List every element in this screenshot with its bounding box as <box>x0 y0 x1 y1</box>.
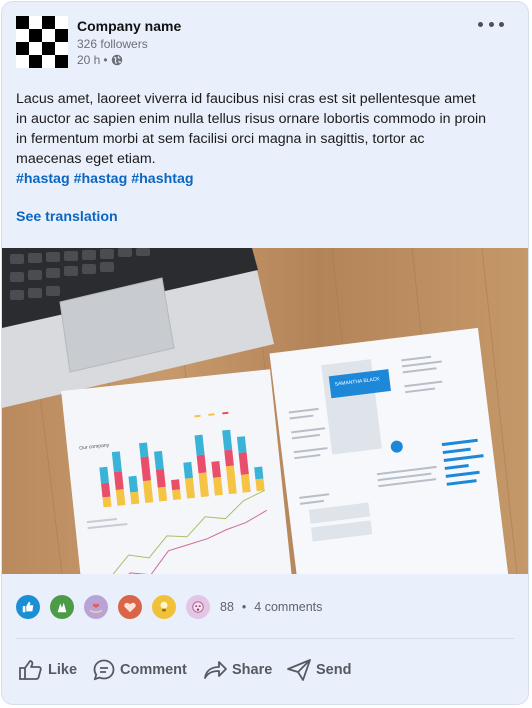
reaction-count[interactable]: 88 <box>220 600 234 614</box>
post-meta: 20 h • <box>77 53 123 67</box>
action-divider <box>16 638 514 639</box>
resume-sheet: SAMANTHA BLACK <box>269 327 510 574</box>
like-reaction-icon <box>16 595 40 619</box>
comment-count-link[interactable]: 4 comments <box>254 600 322 614</box>
comment-bubble-icon <box>93 659 115 681</box>
thumbs-up-icon <box>19 660 42 680</box>
celebrate-reaction-icon <box>50 595 74 619</box>
more-dot-icon <box>488 21 494 27</box>
hashtag-link[interactable]: #hastag <box>16 171 70 187</box>
curious-reaction-icon <box>186 595 210 619</box>
paper-plane-icon <box>287 659 311 681</box>
post-body: Lacus amet, laoreet viverra id faucibus … <box>16 91 486 167</box>
engagement-counts: 88 • 4 comments <box>220 600 322 614</box>
globe-icon <box>111 54 122 66</box>
hashtag-link[interactable]: #hastag <box>74 171 128 187</box>
comment-button[interactable]: Comment <box>92 658 187 682</box>
support-reaction-icon <box>84 595 108 619</box>
post-image[interactable]: Our company SAMANTHA BLACK <box>2 248 528 574</box>
action-bar: Like Comment Share Send <box>16 658 516 692</box>
follower-count: 326 followers <box>77 37 148 51</box>
share-button[interactable]: Share <box>202 658 272 682</box>
send-label: Send <box>316 662 352 678</box>
post-header: Company name 326 followers 20 h • <box>16 16 514 72</box>
send-button[interactable]: Send <box>286 658 351 682</box>
report-sheet: Our company <box>61 369 294 574</box>
company-avatar[interactable] <box>16 16 68 68</box>
post-card: Company name 326 followers 20 h • Lacus … <box>1 1 529 705</box>
count-separator: • <box>241 600 247 614</box>
share-label: Share <box>232 662 273 678</box>
desk-photo: Our company SAMANTHA BLACK <box>2 248 528 574</box>
hashtag-list: #hastag #hastag #hashtag <box>16 169 198 189</box>
reaction-icons[interactable] <box>16 594 220 620</box>
see-translation-link[interactable]: See translation <box>16 209 118 225</box>
love-reaction-icon <box>118 595 142 619</box>
comment-label: Comment <box>120 662 187 678</box>
meta-separator: • <box>103 53 108 67</box>
insightful-reaction-icon <box>152 595 176 619</box>
more-dot-icon <box>499 21 504 27</box>
post-time: 20 h <box>77 53 101 67</box>
like-button[interactable]: Like <box>18 658 77 682</box>
checker-logo-icon <box>16 16 68 68</box>
hashtag-link[interactable]: #hashtag <box>131 171 193 187</box>
more-options-button[interactable] <box>478 16 504 32</box>
company-name[interactable]: Company name <box>77 18 181 34</box>
share-arrow-icon <box>204 661 227 679</box>
like-label: Like <box>48 662 78 678</box>
more-dot-icon <box>478 21 483 27</box>
